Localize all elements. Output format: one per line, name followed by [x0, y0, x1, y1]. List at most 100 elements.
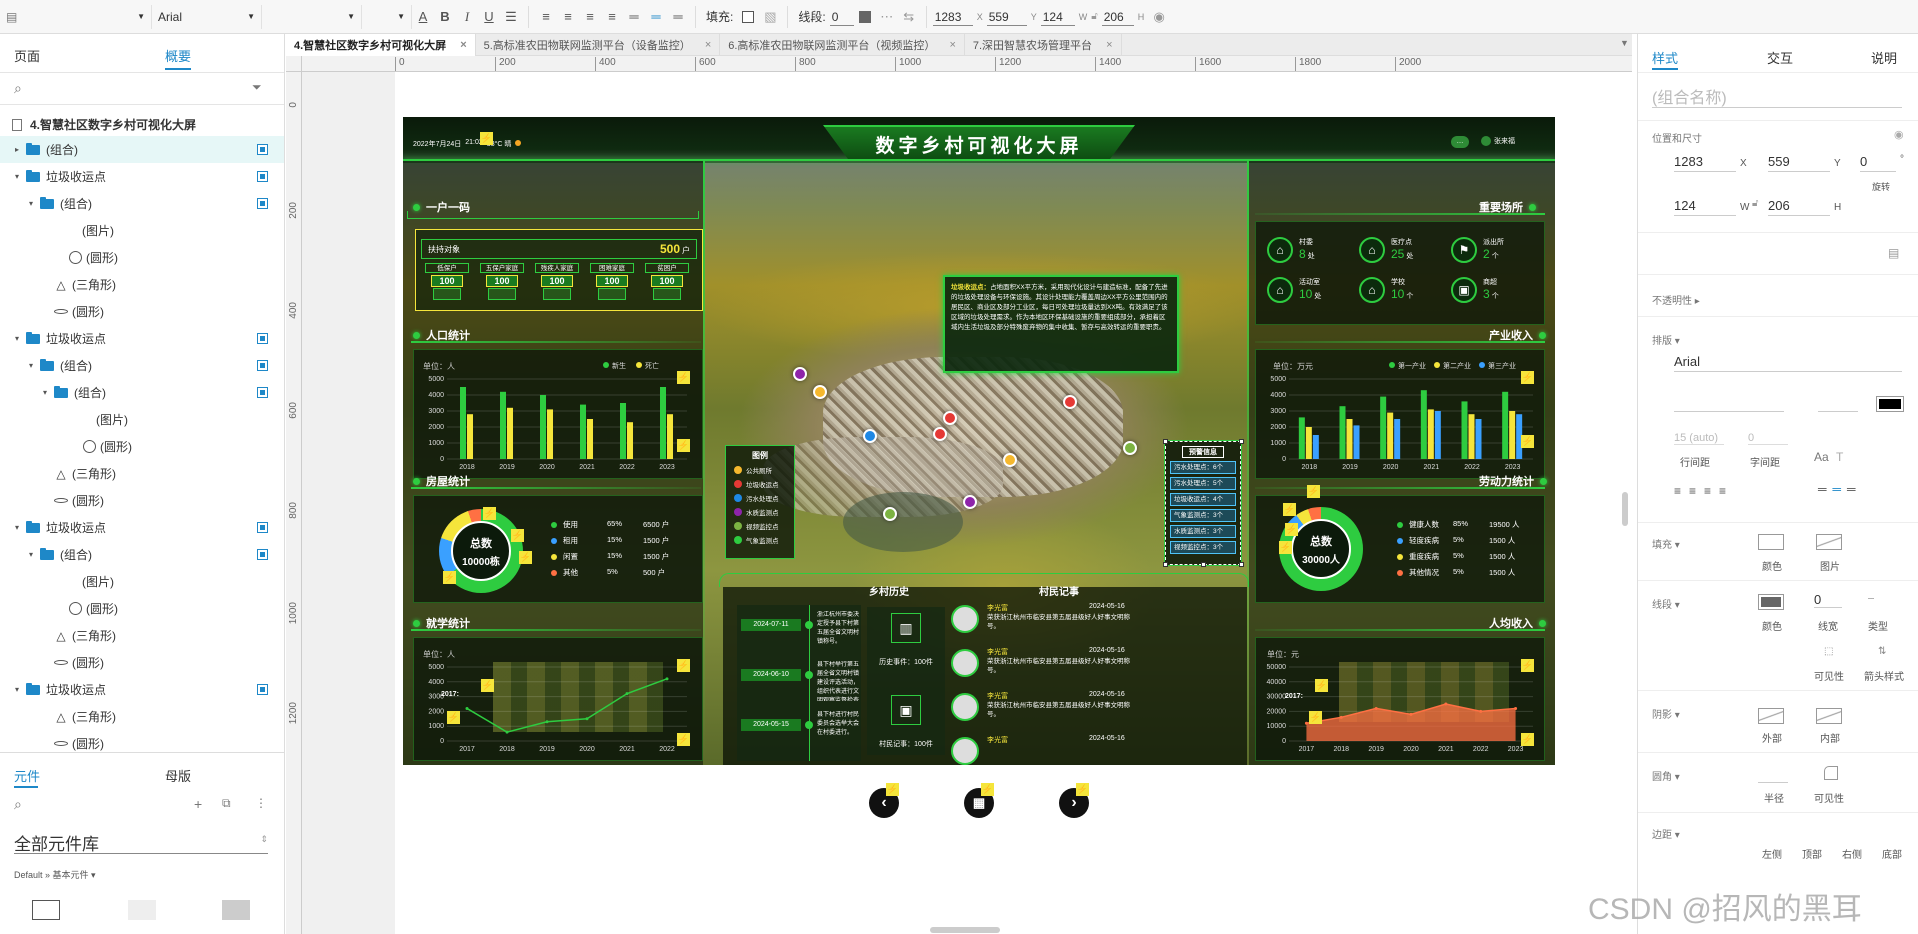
interaction-badge-icon[interactable]: ⚡	[1076, 783, 1089, 796]
tabs-dropdown-icon[interactable]: ▼	[1620, 38, 1629, 48]
interaction-badge-icon[interactable]: ⚡	[483, 507, 496, 520]
expand-caret-icon[interactable]: ▸	[12, 145, 22, 154]
close-icon[interactable]: ×	[460, 39, 466, 51]
fill-color-icon[interactable]	[737, 6, 759, 28]
tab-pages[interactable]: 页面	[14, 46, 40, 65]
tree-item[interactable]: ▾ (组合)	[0, 190, 284, 217]
list-icon[interactable]: ☰	[500, 6, 522, 28]
text-shadow-icon[interactable]: T	[1836, 450, 1843, 464]
library-icon[interactable]: ⧉	[222, 796, 231, 811]
message-icon[interactable]: …	[1451, 136, 1469, 148]
tree-item[interactable]: ▾ 垃圾收运点	[0, 163, 284, 190]
visibility-checkbox[interactable]	[257, 549, 268, 560]
line-style-icon[interactable]: ⋯	[876, 6, 898, 28]
tree-item[interactable]: (圆形)	[0, 433, 284, 460]
warning-box[interactable]: 预警信息 污水处理点：6个 污水处理点：5个 垃圾收运点：4个 气象监测点：3个 水质监…	[1164, 440, 1242, 566]
place-item[interactable]: ▣ 商超 3 个	[1451, 277, 1541, 311]
font-family-select[interactable]: Arial	[1674, 352, 1902, 372]
library-select[interactable]: 全部元件库 ⇕	[14, 830, 268, 854]
valign-middle-icon[interactable]: ═	[645, 6, 667, 28]
italic-icon[interactable]: I	[456, 6, 478, 28]
fill-image-swatch[interactable]	[1816, 534, 1842, 550]
align-center-icon[interactable]: ≡	[557, 6, 579, 28]
selection-handle[interactable]	[1201, 562, 1206, 567]
tree-item[interactable]: △ (三角形)	[0, 622, 284, 649]
tree-item[interactable]: (圆形)	[0, 649, 284, 676]
close-icon[interactable]: ×	[949, 39, 955, 51]
outer-shadow-swatch[interactable]	[1758, 708, 1784, 724]
tree-item[interactable]: △ (三角形)	[0, 271, 284, 298]
h-field[interactable]: 206	[1768, 196, 1830, 216]
expand-caret-icon[interactable]: ▾	[26, 361, 36, 370]
vertical-scrollbar[interactable]	[1622, 492, 1628, 526]
interaction-badge-icon[interactable]: ⚡	[519, 551, 532, 564]
text-color-icon[interactable]: A	[412, 6, 434, 28]
map-marker-icon[interactable]	[1063, 395, 1077, 409]
tab-notes[interactable]: 说明	[1871, 48, 1897, 67]
interaction-badge-icon[interactable]: ⚡	[677, 371, 690, 384]
tree-item[interactable]: (圆形)	[0, 298, 284, 325]
interaction-badge-icon[interactable]: ⚡	[886, 783, 899, 796]
letter-spacing-field[interactable]: 0	[1748, 432, 1788, 445]
visibility-icon[interactable]: ⬚	[1824, 646, 1833, 657]
household-category[interactable]: 贫困户 100	[643, 263, 691, 303]
stroke-type-icon[interactable]: ┄	[1868, 594, 1874, 605]
x-input[interactable]: 1283	[932, 8, 973, 26]
tree-item[interactable]: △ (三角形)	[0, 460, 284, 487]
interaction-badge-icon[interactable]: ⚡	[511, 529, 524, 542]
underline-icon[interactable]: U	[478, 6, 500, 28]
visibility-checkbox[interactable]	[257, 171, 268, 182]
garbage-point-popup[interactable]: 垃圾收运点：占地面积XX平方米，采用现代化设计与建造标准，配备了先进的垃圾处理设…	[943, 275, 1179, 373]
tab-style[interactable]: 样式	[1652, 48, 1678, 67]
interaction-badge-icon[interactable]: ⚡	[981, 783, 994, 796]
place-item[interactable]: ⌂ 村委 8 处	[1267, 237, 1357, 271]
tree-item[interactable]: ▸ (组合)	[0, 136, 284, 163]
warning-item[interactable]: 污水处理点：5个	[1170, 477, 1236, 490]
warning-item[interactable]: 气象监测点：3个	[1170, 509, 1236, 522]
corner-visibility-icon[interactable]	[1824, 766, 1838, 780]
valign-top-icon[interactable]: ═	[623, 6, 645, 28]
tab-masters[interactable]: 母版	[165, 766, 191, 785]
font-size-select[interactable]: ▼	[362, 4, 412, 29]
selection-handle[interactable]	[1239, 562, 1244, 567]
expand-caret-icon[interactable]: ▾	[40, 388, 50, 397]
more-icon[interactable]: ⋮	[255, 796, 267, 810]
interaction-badge-icon[interactable]: ⚡	[1307, 485, 1320, 498]
visibility-checkbox[interactable]	[257, 333, 268, 344]
bold-icon[interactable]: B	[434, 6, 456, 28]
interaction-badge-icon[interactable]: ⚡	[1283, 503, 1296, 516]
text-color-swatch[interactable]	[1876, 396, 1904, 412]
page-title[interactable]: 4.智慧社区数字乡村可视化大屏	[12, 116, 196, 133]
user-badge[interactable]: 张来福	[1481, 136, 1515, 146]
arrow-style-icon[interactable]: ⇆	[898, 6, 920, 28]
interaction-badge-icon[interactable]: ⚡	[481, 679, 494, 692]
place-item[interactable]: ⌂ 活动室 10 处	[1267, 277, 1357, 311]
selection-handle[interactable]	[1239, 439, 1244, 444]
visibility-checkbox[interactable]	[257, 522, 268, 533]
lock-icon[interactable]: 🔓︎	[1091, 11, 1097, 22]
interaction-badge-icon[interactable]: ⚡	[1315, 679, 1328, 692]
style-select[interactable]: ▤ ▼	[0, 4, 152, 29]
interaction-badge-icon[interactable]: ⚡	[1309, 711, 1322, 724]
map-marker-icon[interactable]	[1003, 453, 1017, 467]
selection-handle[interactable]	[1163, 439, 1168, 444]
note-item[interactable]: 李光富 2024-05-16	[949, 733, 1135, 765]
w-field[interactable]: 124	[1674, 196, 1736, 216]
line-height-field[interactable]: 15 (auto)	[1674, 432, 1724, 445]
arrow-style-icon[interactable]: ⇅	[1878, 646, 1886, 657]
tab-outline[interactable]: 概要	[165, 46, 191, 65]
valign-icons[interactable]: ═══	[1818, 482, 1862, 496]
library-path[interactable]: Default » 基本元件 ▾	[14, 868, 96, 881]
font-size-field[interactable]	[1818, 394, 1858, 412]
expand-caret-icon[interactable]: ▾	[26, 199, 36, 208]
valign-bottom-icon[interactable]: ═	[667, 6, 689, 28]
search-icon[interactable]: ⌕	[14, 796, 22, 813]
tree-item[interactable]: (图片)	[0, 217, 284, 244]
visibility-checkbox[interactable]	[257, 198, 268, 209]
lock-icon[interactable]: 🔓︎	[1752, 198, 1758, 209]
tree-item[interactable]: ▾ (组合)	[0, 379, 284, 406]
y-input[interactable]: 559	[986, 8, 1027, 26]
interaction-badge-icon[interactable]: ⚡	[480, 132, 493, 145]
tab-interactions[interactable]: 交互	[1767, 48, 1793, 67]
note-item[interactable]: 李光富 2024-05-16 荣获浙江杭州市临安县第五届县级好人好事文明称号。	[949, 601, 1135, 641]
